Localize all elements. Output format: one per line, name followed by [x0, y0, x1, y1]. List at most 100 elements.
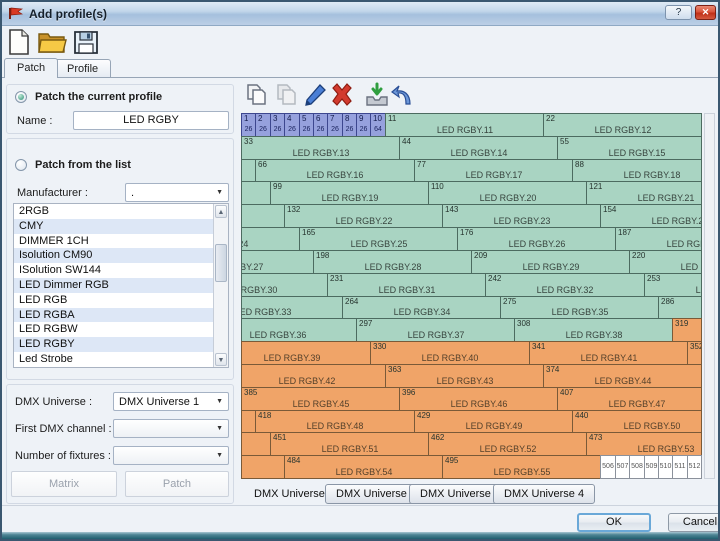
fixture-cell[interactable]: LED RGBY.47	[241, 410, 256, 433]
channel-cell[interactable]: 526	[299, 113, 314, 137]
fixture-cell[interactable]: 396LED RGBY.46	[399, 387, 558, 411]
copy-button[interactable]	[244, 82, 270, 108]
list-item[interactable]: Isolution CM90	[14, 248, 213, 263]
fixture-cell[interactable]: 308LED RGBY.38	[514, 318, 673, 342]
fixture-cell[interactable]: 110LED RGBY.20	[428, 181, 587, 205]
fixture-cell[interactable]: 418LED RGBY.48	[255, 410, 415, 433]
fixture-cell[interactable]: 77LED RGBY.17	[414, 159, 573, 182]
radio-patch-current[interactable]	[15, 91, 27, 103]
fixture-cell[interactable]: 99LED RGBY.19	[270, 181, 429, 205]
fixture-cell[interactable]: LED RGBY.36	[241, 318, 357, 342]
list-item[interactable]: LED RGBY	[14, 337, 213, 352]
undo-button[interactable]	[390, 82, 416, 108]
fixture-cell[interactable]: 209LED RGBY.29	[471, 250, 630, 274]
fixture-cell[interactable]: 198LED RGBY.28	[313, 250, 472, 274]
list-item[interactable]: Led Strobe	[14, 352, 213, 367]
fixture-cell[interactable]: 451LED RGBY.51	[270, 432, 429, 456]
channel-cell[interactable]: 326	[270, 113, 285, 137]
empty-channel-cell[interactable]: 508	[629, 455, 645, 479]
dmx-universe-select[interactable]: DMX Universe 1 ▼	[113, 392, 229, 411]
scroll-thumb[interactable]	[215, 244, 227, 282]
fixture-cell[interactable]: 341LED RGBY.41	[529, 341, 688, 365]
empty-channel-cell[interactable]: 506	[600, 455, 616, 479]
fixture-cell[interactable]: 253LED RGBY.33	[644, 273, 702, 297]
save-button[interactable]	[72, 28, 100, 56]
fixture-cell[interactable]: LED RGBY.39	[241, 341, 371, 365]
fixture-cell[interactable]: LED RGBY.18	[241, 181, 271, 205]
empty-channel-cell[interactable]: 507	[615, 455, 630, 479]
fixture-cell[interactable]: 429LED RGBY.49	[414, 410, 573, 433]
fixture-cell[interactable]: 11LED RGBY.11	[385, 113, 544, 137]
channel-cell[interactable]: 1064	[370, 113, 386, 137]
fixture-cell[interactable]: 385LED RGBY.45	[241, 387, 400, 411]
fixture-cell[interactable]: 374LED RGBY.44	[543, 364, 702, 388]
fixture-cell[interactable]: 330LED RGBY.40	[370, 341, 530, 365]
fixture-cell[interactable]: 352LED RGBY.42	[687, 341, 702, 365]
fixture-cell[interactable]: 132LED RGBY.22	[284, 204, 443, 228]
fixture-cell[interactable]: 66LED RGBY.16	[255, 159, 415, 182]
fixture-cell[interactable]: 165LED RGBY.25	[299, 227, 458, 251]
paste-button[interactable]	[274, 82, 300, 108]
list-item[interactable]: LED RGB	[14, 293, 213, 308]
fixture-cell[interactable]: 495LED RGBY.55	[442, 455, 601, 479]
fixture-cell[interactable]: 484LED RGBY.54	[284, 455, 443, 479]
list-item[interactable]: DIMMER 1CH	[14, 234, 213, 249]
fixture-cell[interactable]: LED RGBY.24	[241, 227, 300, 251]
first-dmx-channel-select[interactable]: ▼	[113, 419, 229, 438]
channel-cell[interactable]: 626	[313, 113, 328, 137]
open-button[interactable]	[36, 28, 68, 56]
matrix-button[interactable]: Matrix	[11, 471, 117, 497]
help-button[interactable]: ?	[665, 5, 692, 20]
fixture-cell[interactable]: LED RGBY.42	[241, 364, 386, 388]
list-item[interactable]: CMY	[14, 219, 213, 234]
fixture-cell[interactable]: 473LED RGBY.53	[586, 432, 702, 456]
list-item[interactable]: LED RGBA	[14, 308, 213, 323]
fixture-cell[interactable]: 297LED RGBY.37	[356, 318, 515, 342]
manufacturer-select[interactable]: . ▼	[125, 183, 229, 202]
delete-button[interactable]	[328, 82, 356, 108]
fixture-cell[interactable]: 55LED RGBY.15	[557, 136, 702, 160]
fixture-cell[interactable]: 242LED RGBY.32	[485, 273, 645, 297]
list-item[interactable]: LED Dimmer RGB	[14, 278, 213, 293]
new-button[interactable]	[6, 28, 32, 56]
fixture-cell[interactable]: 33LED RGBY.13	[241, 136, 400, 160]
grid-scrollbar[interactable]	[704, 113, 715, 479]
fixture-cell[interactable]: 121LED RGBY.21	[586, 181, 702, 205]
fixture-cell[interactable]: LED RGBY.15	[241, 159, 256, 182]
fixture-cell[interactable]: 143LED RGBY.23	[442, 204, 601, 228]
fixture-cell[interactable]: LED RGBY.30	[241, 273, 328, 297]
channel-cell[interactable]: 726	[327, 113, 343, 137]
universe-tab-4[interactable]: DMX Universe 4	[493, 484, 595, 504]
fixture-cell[interactable]: 275LED RGBY.35	[500, 296, 659, 319]
scroll-down-icon[interactable]: ▼	[215, 353, 227, 366]
ok-button[interactable]: OK	[577, 513, 651, 532]
fixture-cell[interactable]: 440LED RGBY.50	[572, 410, 702, 433]
fixture-cell[interactable]: 264LED RGBY.34	[342, 296, 501, 319]
import-button[interactable]	[364, 82, 390, 108]
channel-cell[interactable]: 926	[356, 113, 371, 137]
channel-cell[interactable]: 126	[241, 113, 256, 137]
fixture-cell[interactable]: 462LED RGBY.52	[428, 432, 587, 456]
channel-cell[interactable]: 226	[255, 113, 271, 137]
fixture-cell[interactable]: 363LED RGBY.43	[385, 364, 544, 388]
fixture-cell[interactable]: LED RGBY.27	[241, 250, 314, 274]
fixture-cell[interactable]: LED RGBY.33	[241, 296, 343, 319]
edit-button[interactable]	[302, 82, 328, 108]
empty-channel-cell[interactable]: 509	[644, 455, 659, 479]
channel-cell[interactable]: 826	[342, 113, 357, 137]
list-scrollbar[interactable]: ▲ ▼	[213, 204, 228, 367]
fixture-cell[interactable]: 22LED RGBY.12	[543, 113, 702, 137]
fixture-cell[interactable]: 187LED RGBY.27	[615, 227, 702, 251]
list-item[interactable]: ISolution SW144	[14, 263, 213, 278]
fixture-cell[interactable]: 319LED RGBY.39	[672, 318, 702, 342]
number-of-fixtures-select[interactable]: ▼	[113, 446, 229, 465]
empty-channel-cell[interactable]: 512	[687, 455, 702, 479]
cancel-button[interactable]: Cancel	[668, 513, 720, 532]
close-button[interactable]	[695, 5, 716, 20]
empty-channel-cell[interactable]: 510	[658, 455, 673, 479]
list-item[interactable]: LED RGBW	[14, 322, 213, 337]
patch-button[interactable]: Patch	[125, 471, 229, 497]
fixture-cell[interactable]: 44LED RGBY.14	[399, 136, 558, 160]
fixture-cell[interactable]: 88LED RGBY.18	[572, 159, 702, 182]
list-item[interactable]: 2RGB	[14, 204, 213, 219]
